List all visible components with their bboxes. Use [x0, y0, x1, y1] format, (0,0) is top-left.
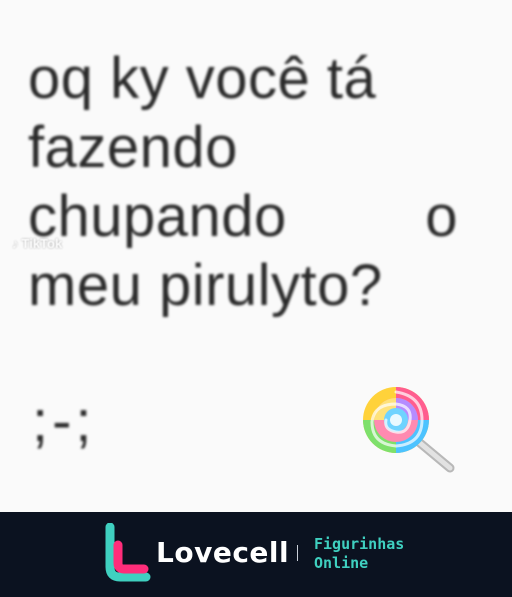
- brand-tagline: Figurinhas Online: [314, 535, 404, 573]
- meme-word-chupando: chupando: [28, 184, 287, 249]
- crying-emoticon: ;-;: [32, 389, 96, 454]
- lovecell-logo-icon: [105, 523, 151, 582]
- tagline-line-2: Online: [314, 554, 369, 572]
- lollipop-icon: [363, 387, 455, 473]
- meme-line-1: oq ky você tá: [28, 46, 377, 111]
- watermark-brand: TikTok: [21, 236, 63, 251]
- tagline-line-1: Figurinhas: [314, 535, 405, 553]
- brand-name: Lovecell: [156, 536, 290, 569]
- meme-line-2: fazendo: [28, 115, 238, 180]
- meme-text: oq ky você tá fazendo chupando o meu pir…: [28, 44, 478, 320]
- tiktok-icon: ♪: [12, 236, 19, 251]
- meme-line-3: chupando o: [28, 182, 458, 251]
- meme-line-4: meu pirulyto?: [28, 253, 383, 318]
- meme-word-o: o: [425, 184, 458, 249]
- tiktok-watermark: ♪ TikTok: [12, 236, 62, 251]
- brand-footer: Lovecell Figurinhas Online: [0, 512, 512, 597]
- brand-divider: [297, 545, 298, 561]
- sticker-image: oq ky você tá fazendo chupando o meu pir…: [0, 0, 512, 512]
